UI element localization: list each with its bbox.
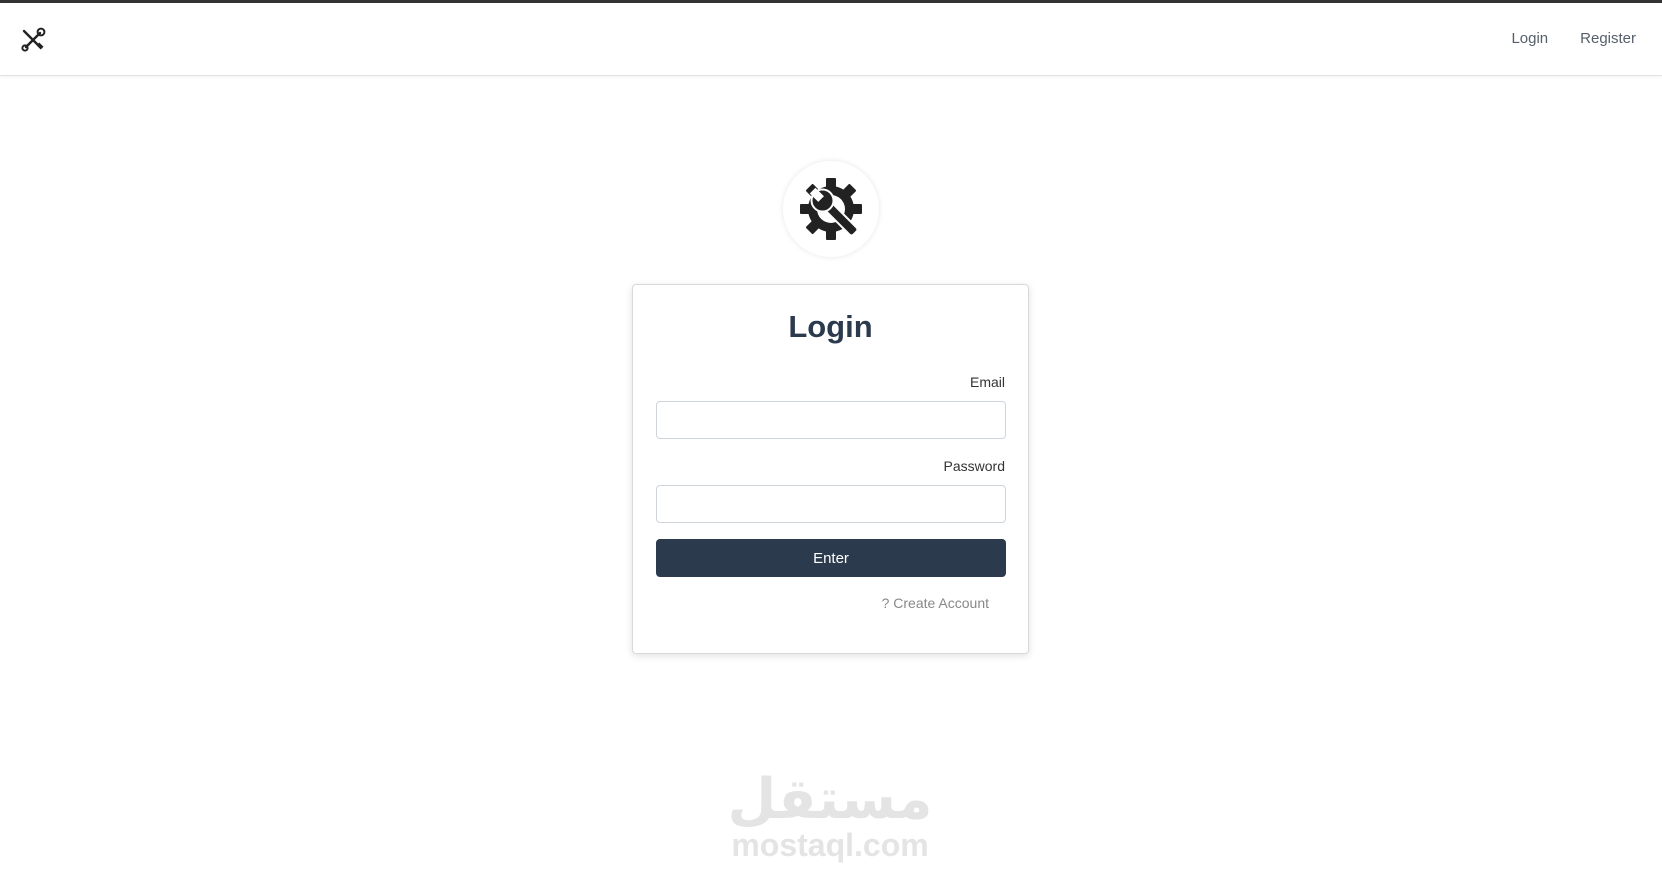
gear-wrench-icon	[800, 178, 862, 240]
password-field[interactable]	[656, 485, 1006, 523]
login-card: Login Email Password Enter ? Create Acco…	[632, 284, 1029, 654]
create-account-link[interactable]: ? Create Account	[882, 595, 989, 611]
email-label: Email	[969, 374, 1005, 390]
tools-icon[interactable]	[20, 27, 46, 53]
watermark-arabic: مستقل	[727, 767, 933, 832]
nav-register-link[interactable]: Register	[1580, 30, 1636, 47]
site-logo	[783, 161, 879, 257]
nav-login-link[interactable]: Login	[1511, 30, 1548, 47]
watermark-latin: mostaql.com	[731, 827, 929, 863]
nav-links: Login Register	[1511, 30, 1636, 47]
navbar: Login Register	[0, 3, 1662, 76]
password-label: Password	[943, 458, 1005, 474]
email-field[interactable]	[656, 401, 1006, 439]
enter-button[interactable]: Enter	[656, 539, 1006, 577]
login-title: Login	[788, 309, 873, 344]
watermark: مستقل mostaql.com	[720, 767, 940, 863]
